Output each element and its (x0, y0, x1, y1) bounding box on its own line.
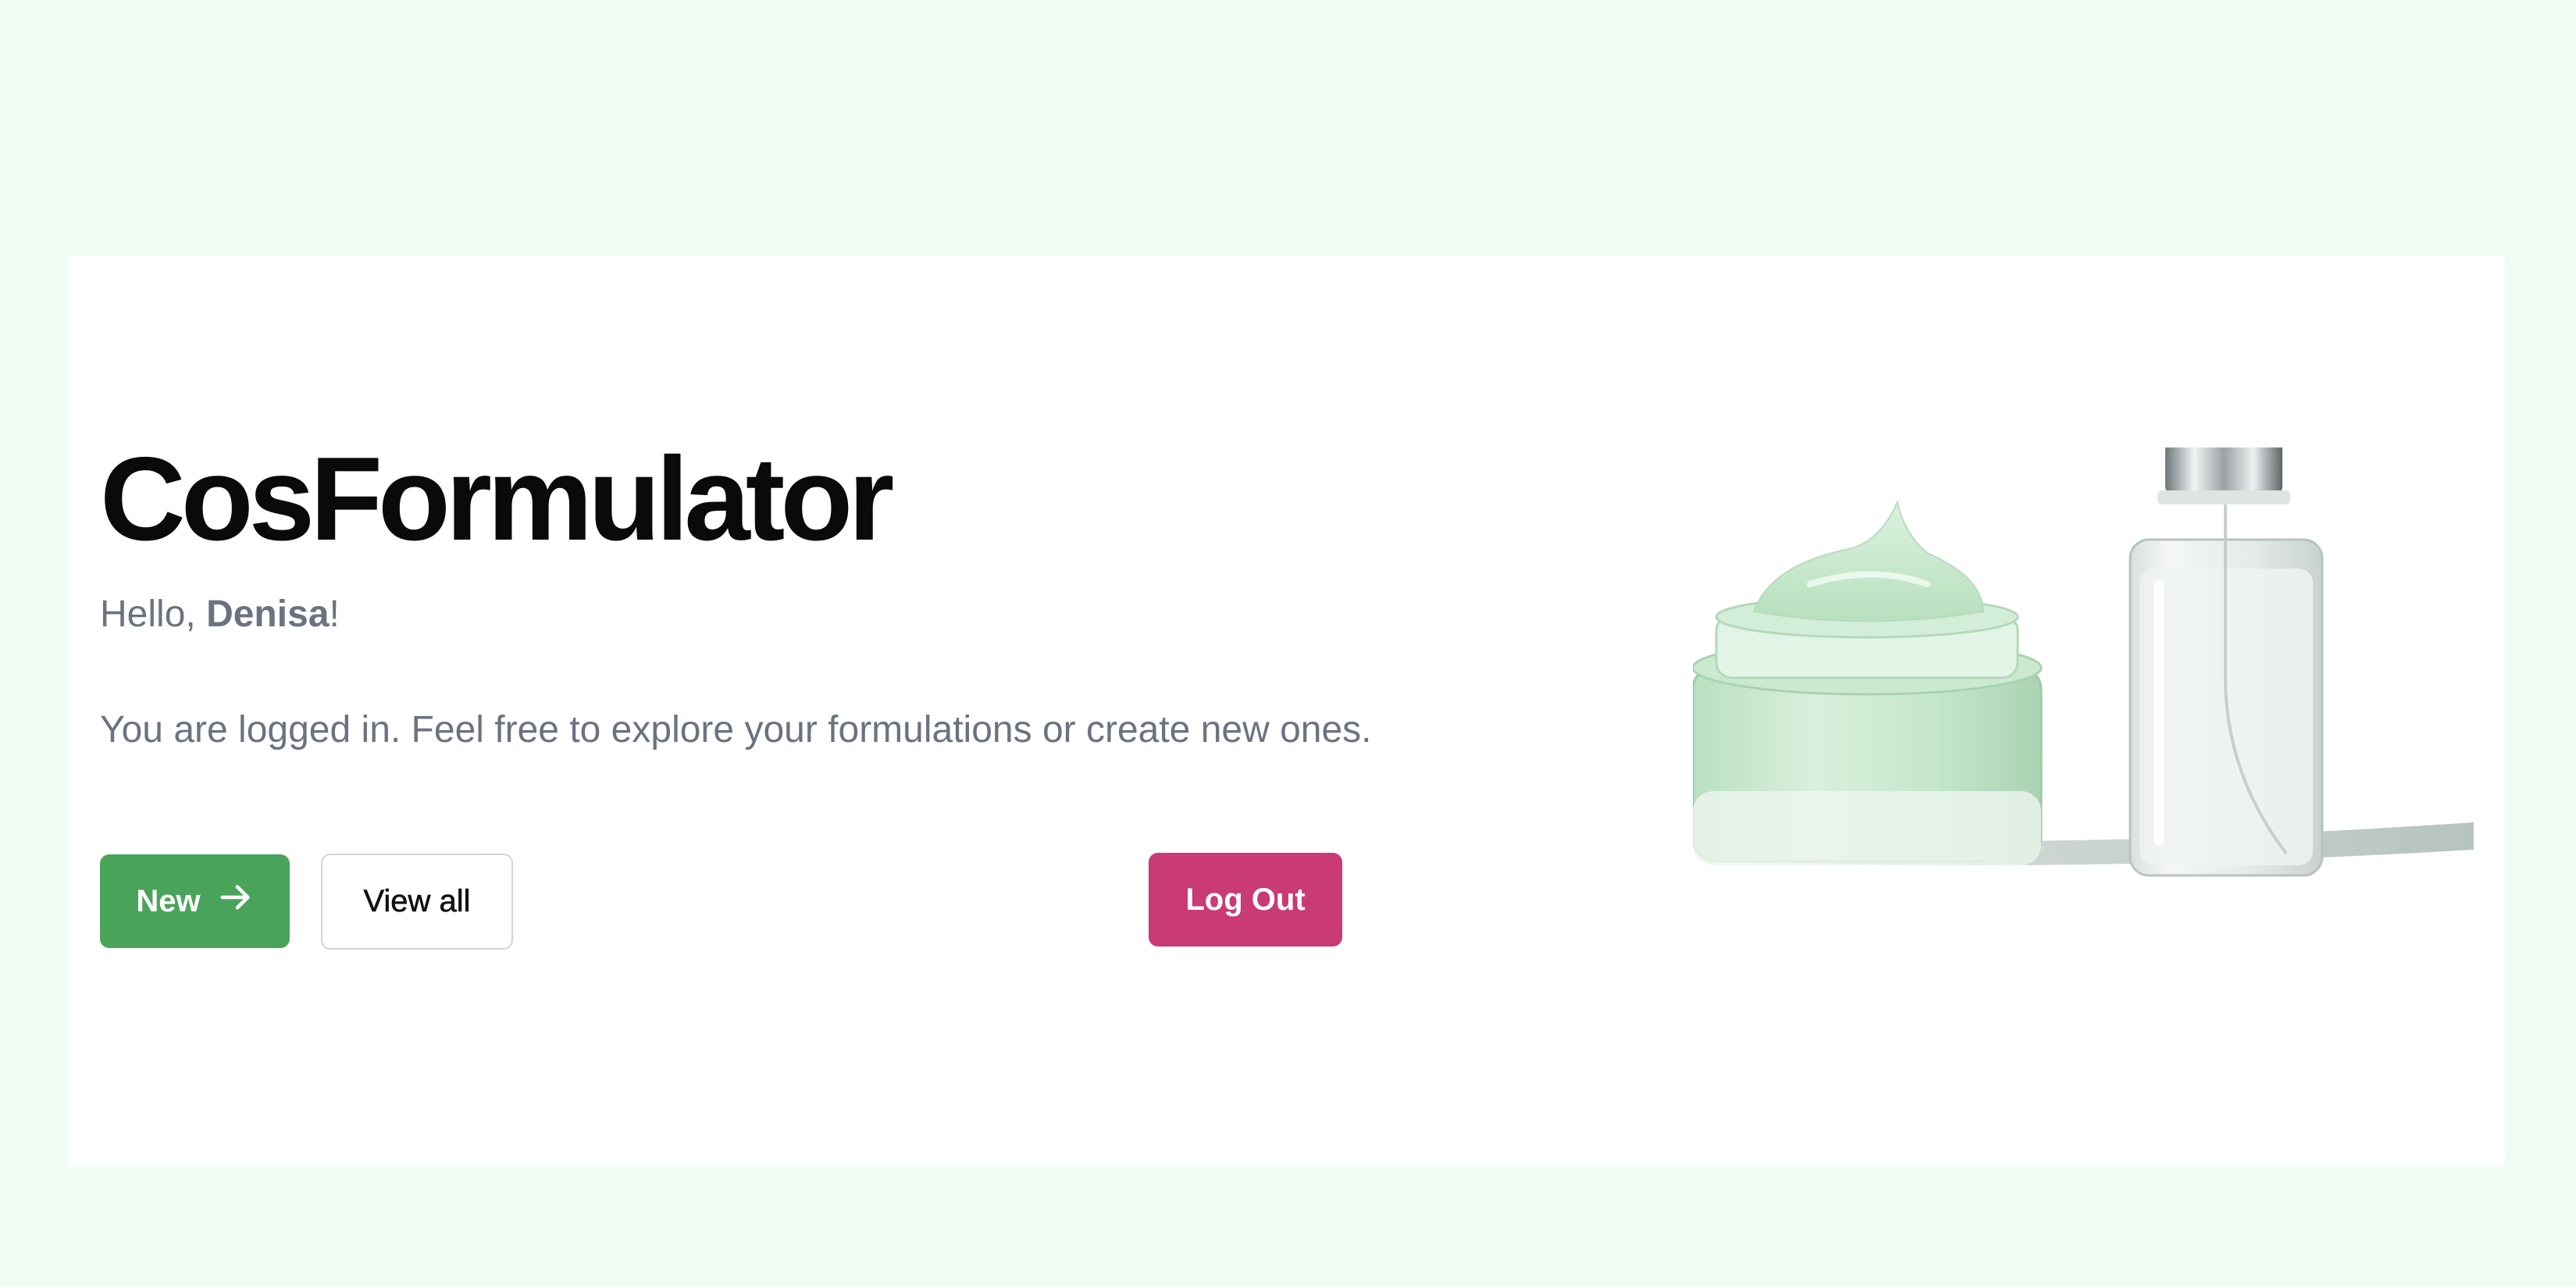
new-formulation-button[interactable]: New (100, 854, 290, 948)
intro-text: You are logged in. Feel free to explore … (100, 709, 1372, 750)
user-name: Denisa (206, 594, 330, 635)
app-title: CosFormulator (100, 433, 894, 565)
welcome-card: CosFormulator Hello, Denisa! You are log… (69, 256, 2505, 1165)
cosmetic-products-image (1693, 447, 2474, 877)
view-all-button[interactable]: View all (321, 854, 513, 950)
logout-button[interactable]: Log Out (1149, 853, 1342, 947)
greeting-text: Hello, Denisa! (100, 592, 340, 637)
arrow-right-icon (218, 879, 254, 923)
greeting-suffix: ! (329, 594, 340, 635)
new-button-label: New (136, 883, 201, 918)
greeting-prefix: Hello, (100, 594, 207, 635)
